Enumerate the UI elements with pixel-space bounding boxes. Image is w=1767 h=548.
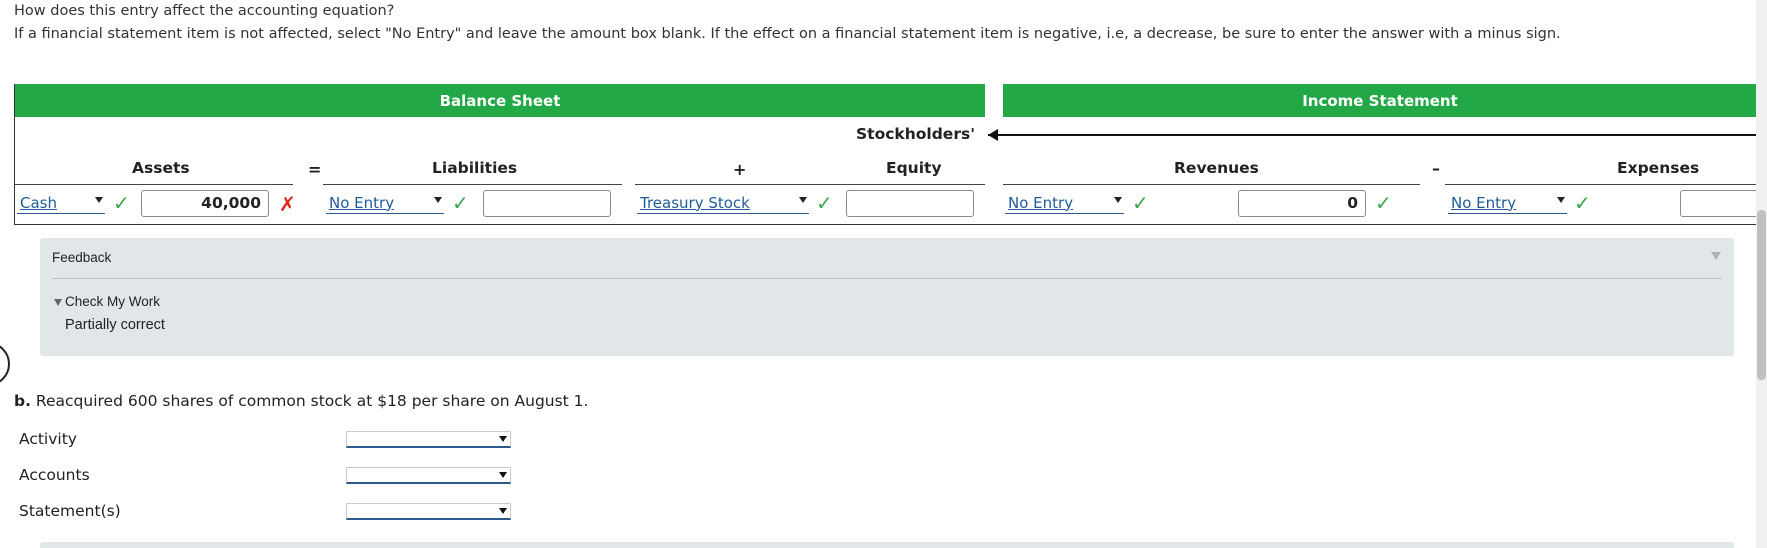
chevron-down-icon xyxy=(1114,197,1122,203)
equity-header: Equity xyxy=(886,159,942,177)
equals-sign: = xyxy=(308,160,322,179)
statements-select[interactable] xyxy=(346,503,511,520)
check-icon: ✓ xyxy=(1132,191,1149,215)
feedback-panel: Feedback Check My Work Partially correct xyxy=(40,238,1734,356)
chevron-down-icon xyxy=(95,197,103,203)
chevron-down-icon xyxy=(499,436,507,442)
scroll-circle-icon[interactable] xyxy=(0,342,10,386)
balance-sheet-header: Balance Sheet xyxy=(15,84,985,117)
feedback-title: Feedback xyxy=(52,250,112,265)
accounts-select[interactable] xyxy=(346,467,511,484)
check-icon: ✓ xyxy=(113,191,130,215)
question-text: How does this entry affect the accountin… xyxy=(14,3,395,19)
assets-account-value: Cash xyxy=(20,193,57,212)
check-icon: ✓ xyxy=(816,191,833,215)
feedback-result: Partially correct xyxy=(65,317,165,333)
part-b-label: b. xyxy=(14,392,31,410)
part-b-description: Reacquired 600 shares of common stock at… xyxy=(35,392,589,410)
revenues-underline xyxy=(1003,184,1420,185)
feedback-divider xyxy=(52,278,1722,279)
equity-amount-input[interactable] xyxy=(846,190,974,217)
check-icon: ✓ xyxy=(452,191,469,215)
revenues-amount-input[interactable]: 0 xyxy=(1238,190,1366,217)
equity-account-value: Treasury Stock xyxy=(640,193,750,212)
chevron-down-icon xyxy=(434,197,442,203)
statements-label: Statement(s) xyxy=(19,502,121,520)
scrollbar-thumb[interactable] xyxy=(1757,210,1766,380)
revenues-account-select[interactable]: No Entry xyxy=(1005,192,1124,214)
plus-sign: + xyxy=(733,160,747,179)
activity-label: Activity xyxy=(19,430,77,448)
assets-header: Assets xyxy=(132,159,190,177)
accounts-label: Accounts xyxy=(19,466,90,484)
instructions-text: If a financial statement item is not aff… xyxy=(14,26,1561,42)
chevron-down-icon xyxy=(499,472,507,478)
collapse-arrow-icon[interactable] xyxy=(1711,252,1721,260)
chevron-down-icon xyxy=(1557,197,1565,203)
revenues-account-value: No Entry xyxy=(1008,193,1074,212)
assets-account-select[interactable]: Cash xyxy=(17,192,105,214)
check-icon: ✓ xyxy=(1375,191,1392,215)
liabilities-account-select[interactable]: No Entry xyxy=(326,192,444,214)
arrow-line xyxy=(988,134,1767,136)
revenues-header: Revenues xyxy=(1174,159,1259,177)
equity-underline xyxy=(635,184,985,185)
assets-amount-input[interactable]: 40,000 xyxy=(141,190,269,217)
liabilities-header: Liabilities xyxy=(432,159,518,177)
part-b-text: b. Reacquired 600 shares of common stock… xyxy=(14,392,588,410)
activity-select[interactable] xyxy=(346,431,511,448)
liabilities-underline xyxy=(323,184,622,185)
stockholders-label: Stockholders' xyxy=(856,125,975,143)
chevron-down-icon xyxy=(799,197,807,203)
expenses-underline xyxy=(1445,184,1757,185)
expenses-account-select[interactable]: No Entry xyxy=(1448,192,1567,214)
arrow-left-icon xyxy=(988,129,998,141)
equity-account-select[interactable]: Treasury Stock xyxy=(637,192,809,214)
check-icon: ✓ xyxy=(1574,191,1591,215)
expenses-account-value: No Entry xyxy=(1451,193,1517,212)
minus-sign: – xyxy=(1432,159,1440,178)
assets-underline xyxy=(14,184,293,185)
table-bottom-border xyxy=(14,224,1767,225)
liabilities-amount-input[interactable] xyxy=(483,190,611,217)
liabilities-account-value: No Entry xyxy=(329,193,395,212)
chevron-down-icon xyxy=(499,508,507,514)
next-feedback-panel xyxy=(40,542,1734,548)
expenses-amount-input[interactable] xyxy=(1680,190,1767,217)
incorrect-x-icon: ✗ xyxy=(279,192,296,216)
income-statement-header: Income Statement xyxy=(1003,84,1757,117)
check-my-work-toggle[interactable]: Check My Work xyxy=(65,294,160,309)
expand-triangle-icon[interactable] xyxy=(54,299,62,306)
expenses-header: Expenses xyxy=(1617,159,1700,177)
